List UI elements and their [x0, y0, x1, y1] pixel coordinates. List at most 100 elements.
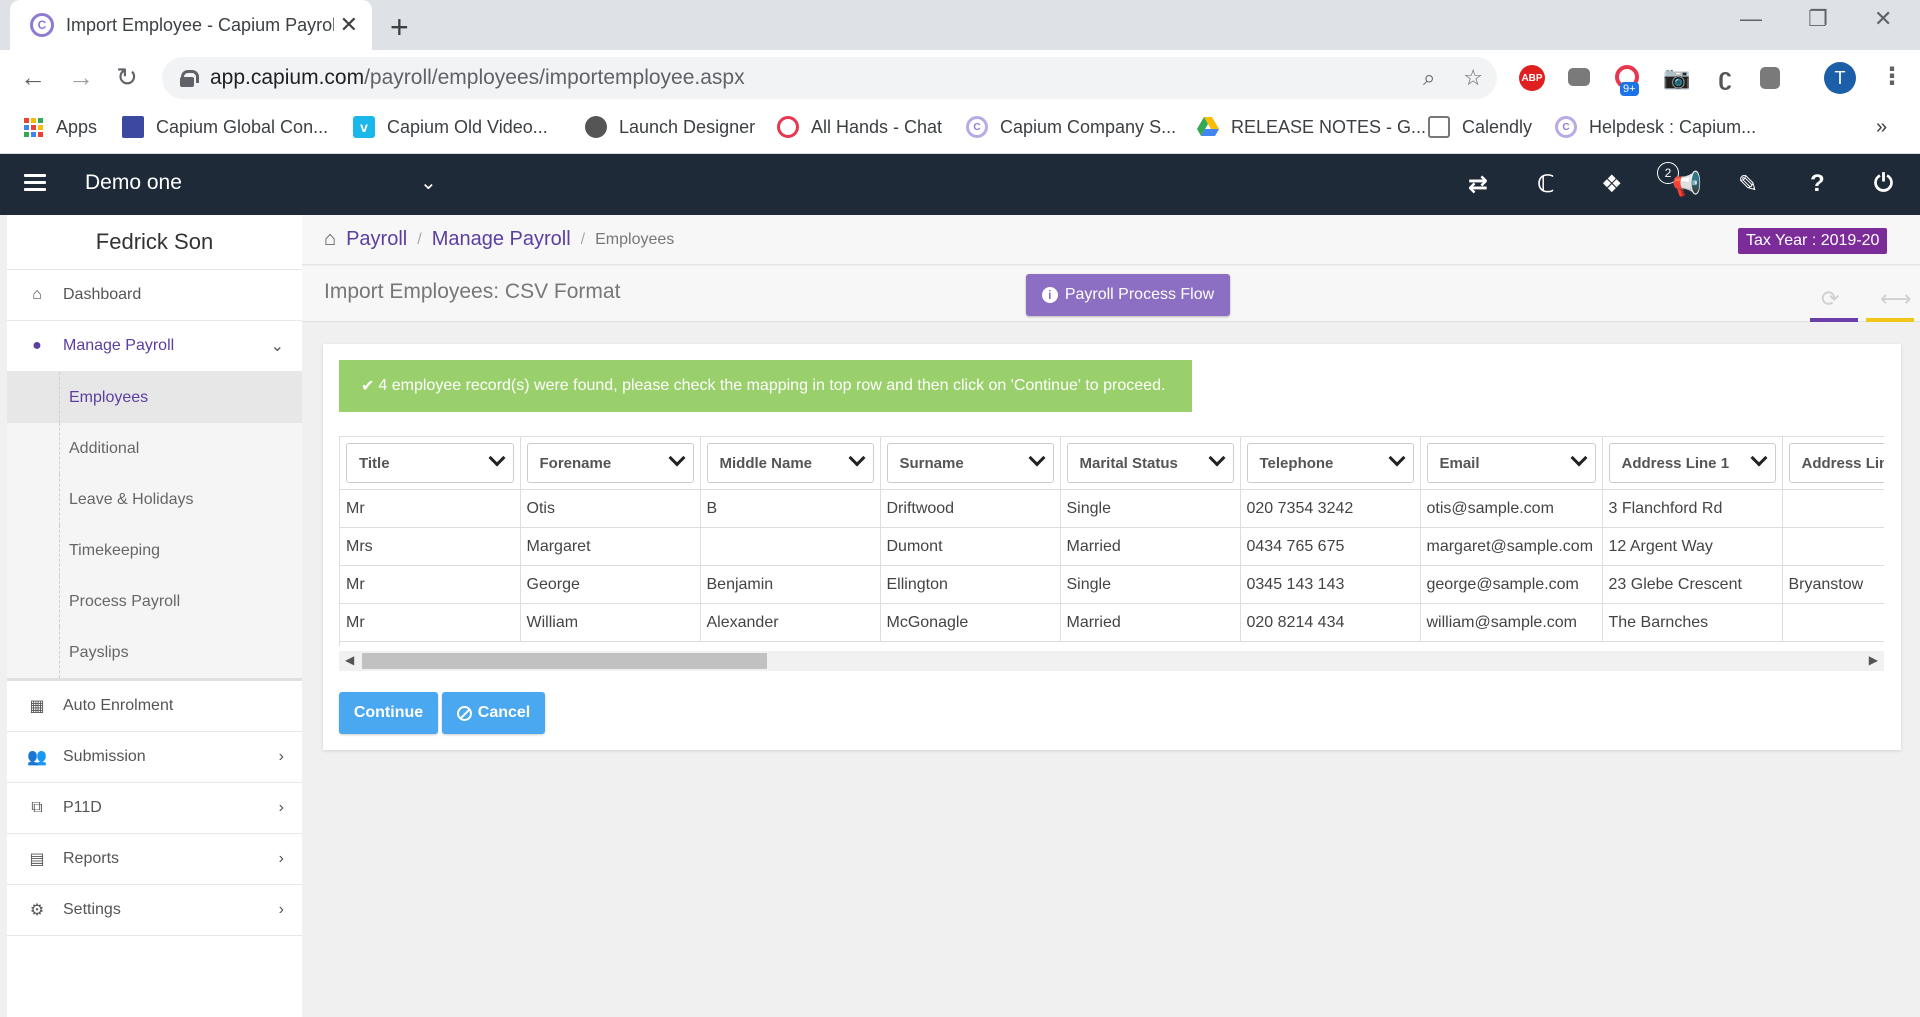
home-icon[interactable]: ⌂	[324, 228, 336, 251]
camera-icon[interactable]: 📷	[1663, 65, 1690, 91]
sidebar-item-manage-payroll[interactable]: ● Manage Payroll ⌄	[7, 321, 302, 372]
table-cell: Mr	[340, 603, 521, 642]
column-header: Title	[340, 437, 521, 490]
close-tab-icon[interactable]: ✕	[340, 12, 358, 38]
power-icon[interactable]: ⏻	[1874, 170, 1893, 198]
forward-icon[interactable]: →	[68, 62, 94, 93]
sidebar-subitem-additional[interactable]: Additional	[7, 423, 302, 474]
scroll-left-icon[interactable]: ◀	[345, 653, 354, 667]
sidebar-item-submission[interactable]: 👥 Submission ›	[7, 732, 302, 783]
company-selector[interactable]: Demo one	[85, 171, 182, 195]
chevron-down-icon[interactable]: ⌄	[420, 170, 437, 195]
sidebar-subitem-label: Payslips	[69, 643, 129, 661]
bookmark-calendly[interactable]: Calendly	[1428, 116, 1532, 138]
table-cell: Otis	[520, 489, 701, 528]
bookmark-star-icon[interactable]: ☆	[1463, 65, 1483, 91]
bookmark-launch-designer[interactable]: Launch Designer	[585, 116, 755, 138]
sidebar-subitem-payslips[interactable]: Payslips	[7, 627, 302, 678]
breadcrumb-payroll[interactable]: Payroll	[346, 228, 407, 251]
sidebar-item-label: P11D	[63, 799, 102, 816]
vimeo-icon: v	[353, 116, 375, 138]
sidebar-item-dashboard[interactable]: ⌂ Dashboard	[7, 270, 302, 321]
sidebar-item-settings[interactable]: ⚙ Settings ›	[7, 885, 302, 936]
address-bar[interactable]: app.capium.com/payroll/employees/importe…	[162, 57, 1497, 99]
purple-indicator-bar	[1810, 318, 1858, 322]
sidebar-subitem-leave-holidays[interactable]: Leave & Holidays	[7, 474, 302, 525]
bookmark-capium-global[interactable]: Capium Global Con...	[122, 116, 328, 138]
payroll-process-flow-button[interactable]: i Payroll Process Flow	[1026, 274, 1230, 316]
new-tab-icon[interactable]: +	[390, 9, 409, 46]
help-icon[interactable]: ?	[1810, 170, 1825, 198]
bookmark-label: Capium Global Con...	[156, 116, 329, 137]
column-header: Middle Name	[700, 437, 881, 490]
bookmarks-overflow-icon[interactable]: »	[1876, 116, 1887, 139]
sidebar-subitem-process-payroll[interactable]: Process Payroll	[7, 576, 302, 627]
chevron-down-icon	[668, 449, 685, 467]
ticket-icon[interactable]: ✎	[1738, 170, 1758, 199]
breadcrumb-manage-payroll[interactable]: Manage Payroll	[432, 228, 571, 251]
reload-icon[interactable]: ↻	[116, 62, 138, 93]
adblock-extension-icon[interactable]: ABP	[1519, 65, 1545, 91]
column-mapping-select[interactable]: Title	[346, 443, 514, 483]
bookmark-label: All Hands - Chat	[811, 116, 943, 137]
browser-menu-icon[interactable]: ⋮	[1880, 62, 1904, 91]
switch-icon[interactable]: ⇄	[1468, 170, 1488, 199]
bookmark-helpdesk[interactable]: C Helpdesk : Capium...	[1555, 116, 1756, 138]
table-cell: george@sample.com	[1420, 565, 1603, 604]
sidebar-item-auto-enrolment[interactable]: ▦ Auto Enrolment	[7, 681, 302, 732]
table-cell: B	[700, 489, 881, 528]
column-mapping-value: Address Line 2	[1801, 454, 1885, 472]
modules-icon[interactable]: ❖	[1601, 170, 1623, 199]
column-mapping-select[interactable]: Marital Status	[1066, 443, 1234, 483]
column-mapping-select[interactable]: Telephone	[1246, 443, 1414, 483]
refresh-icon[interactable]: ⟳	[1821, 286, 1839, 312]
column-mapping-select[interactable]: Email	[1426, 443, 1596, 483]
zoom-icon[interactable]: ⌕	[1423, 65, 1435, 91]
continue-button[interactable]: Continue	[339, 692, 438, 734]
column-mapping-value: Telephone	[1259, 454, 1334, 472]
hamburger-menu-icon[interactable]	[24, 174, 46, 192]
bookmark-all-hands-chat[interactable]: All Hands - Chat	[777, 116, 942, 138]
window-close-icon[interactable]: ✕	[1874, 6, 1892, 32]
bookmark-apps[interactable]: Apps	[22, 116, 97, 138]
browser-tab[interactable]: C Import Employee - Capium Payroll ✕	[10, 0, 372, 50]
sidebar-subitem-label: Employees	[69, 388, 149, 406]
scroll-right-icon[interactable]: ▶	[1869, 653, 1878, 667]
table-cell: Married	[1060, 603, 1241, 642]
restore-icon[interactable]: ❐	[1808, 6, 1828, 32]
scrollbar-thumb[interactable]	[362, 653, 767, 669]
column-mapping-select[interactable]: Surname	[886, 443, 1054, 483]
cancel-button[interactable]: Cancel	[442, 692, 545, 734]
home-icon: ⌂	[32, 286, 42, 303]
bookmark-label: RELEASE NOTES - G...	[1231, 116, 1427, 137]
extension-copy-icon[interactable]	[1760, 67, 1780, 89]
expand-icon[interactable]: ⟷	[1880, 286, 1912, 312]
bookmark-capium-company[interactable]: C Capium Company S...	[966, 116, 1176, 138]
profile-avatar[interactable]: T	[1824, 62, 1856, 94]
column-mapping-select[interactable]: Address Line 2	[1788, 443, 1885, 483]
back-icon[interactable]: ←	[20, 62, 46, 93]
copy-icon: ⧉	[31, 799, 43, 816]
horizontal-scrollbar[interactable]: ◀ ▶	[339, 651, 1884, 671]
table-cell: Ellington	[880, 565, 1061, 604]
extension-c-icon[interactable]: ʗ	[1712, 64, 1738, 91]
column-mapping-select[interactable]: Middle Name	[706, 443, 874, 483]
minimize-icon[interactable]: —	[1740, 6, 1762, 32]
column-mapping-value: Marital Status	[1079, 454, 1178, 472]
sidebar-subitem-employees[interactable]: Employees	[7, 372, 302, 423]
url-text[interactable]: app.capium.com/payroll/employees/importe…	[210, 66, 1395, 90]
column-mapping-select[interactable]: Forename	[526, 443, 694, 483]
capium-logo-icon[interactable]: ℂ	[1537, 170, 1555, 199]
sidebar-item-reports[interactable]: ▤ Reports ›	[7, 834, 302, 885]
bookmark-capium-old-video[interactable]: v Capium Old Video...	[353, 116, 548, 138]
bookmark-release-notes[interactable]: RELEASE NOTES - G...	[1197, 116, 1426, 138]
sidebar-item-p11d[interactable]: ⧉ P11D ›	[7, 783, 302, 834]
table-cell: Married	[1060, 527, 1241, 566]
announcement-icon[interactable]: 📢	[1672, 170, 1702, 199]
column-mapping-select[interactable]: Address Line 1	[1608, 443, 1776, 483]
sidebar-subitem-timekeeping[interactable]: Timekeeping	[7, 525, 302, 576]
capium-icon: C	[966, 116, 988, 138]
table-row: Mr Otis B Driftwood Single 020 7354 3242 otis@…	[340, 489, 1884, 528]
breadcrumb-separator: /	[580, 230, 586, 248]
extension-icon[interactable]	[1568, 68, 1590, 86]
